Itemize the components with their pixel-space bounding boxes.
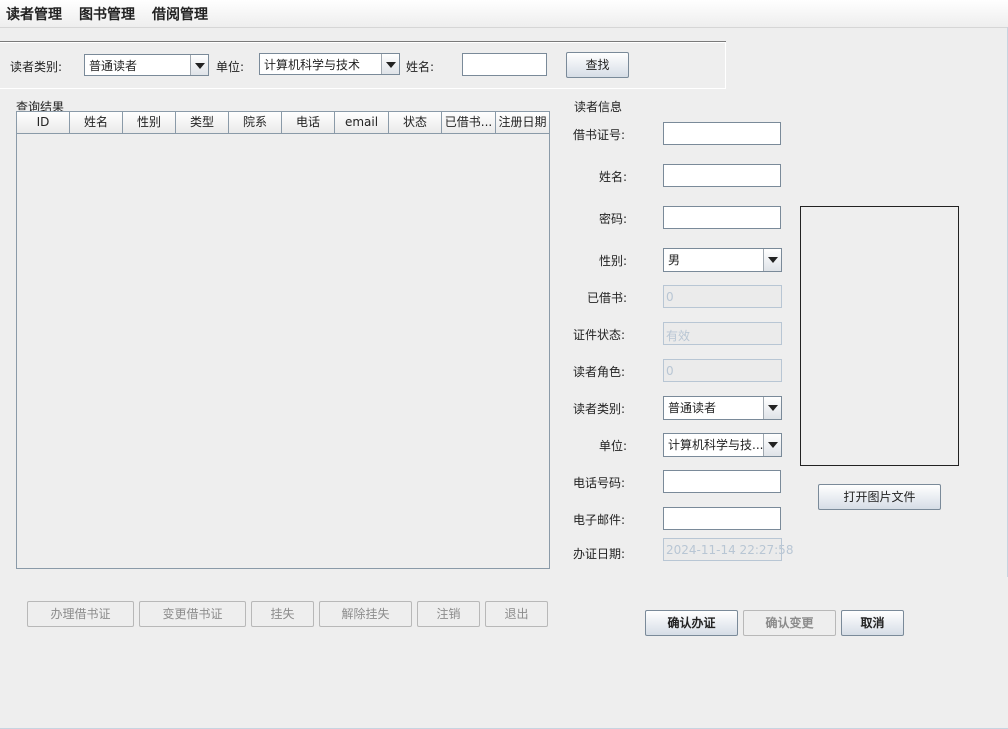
chevron-down-icon[interactable] bbox=[381, 54, 399, 74]
chevron-down-icon[interactable] bbox=[190, 55, 208, 75]
card-no-input[interactable] bbox=[663, 122, 781, 145]
reader-category-label: 读者类别: bbox=[10, 60, 63, 74]
deregister-button[interactable]: 注销 bbox=[417, 601, 480, 627]
email-label: 电子邮件: bbox=[573, 513, 626, 527]
reader-role-value: 0 bbox=[666, 364, 674, 378]
card-no-label: 借书证号: bbox=[573, 128, 626, 142]
password-input[interactable] bbox=[663, 206, 781, 229]
menu-reader-management[interactable]: 读者管理 bbox=[6, 4, 62, 24]
search-panel-border-highlight bbox=[0, 42, 726, 43]
card-status-value: 有效 bbox=[666, 329, 691, 343]
search-panel-border-bottom bbox=[0, 88, 726, 89]
borrowed-field: 0 bbox=[663, 285, 782, 308]
reader-category-form-value: 普通读者 bbox=[668, 401, 717, 415]
reader-role-field: 0 bbox=[663, 359, 782, 382]
reader-role-label: 读者角色: bbox=[573, 365, 626, 379]
chevron-down-icon[interactable] bbox=[763, 434, 781, 456]
table-header: ID 姓名 性别 类型 院系 电话 email 状态 已借书... 注册日期 bbox=[17, 112, 549, 134]
password-label: 密码: bbox=[599, 212, 628, 226]
phone-input[interactable] bbox=[663, 470, 781, 493]
column-header-register-date[interactable]: 注册日期 bbox=[496, 112, 549, 133]
exit-button[interactable]: 退出 bbox=[485, 601, 548, 627]
reader-category-value: 普通读者 bbox=[89, 59, 138, 73]
chevron-down-icon[interactable] bbox=[763, 397, 781, 419]
card-status-field: 有效 bbox=[663, 322, 782, 345]
search-panel-border-right bbox=[725, 42, 726, 89]
card-status-label: 证件状态: bbox=[573, 328, 626, 342]
search-button[interactable]: 查找 bbox=[566, 52, 629, 78]
column-header-email[interactable]: email bbox=[335, 112, 389, 133]
reader-category-form-label: 读者类别: bbox=[573, 402, 626, 416]
reader-name-label: 姓名: bbox=[599, 170, 628, 184]
change-card-button[interactable]: 变更借书证 bbox=[139, 601, 246, 627]
unit-form-select[interactable]: 计算机科学与技... bbox=[663, 433, 782, 457]
email-input[interactable] bbox=[663, 507, 781, 530]
column-header-phone[interactable]: 电话 bbox=[282, 112, 335, 133]
unit-value: 计算机科学与技术 bbox=[264, 58, 361, 72]
phone-label: 电话号码: bbox=[573, 476, 626, 490]
photo-placeholder bbox=[800, 206, 959, 466]
unit-select[interactable]: 计算机科学与技术 bbox=[259, 53, 400, 75]
borrowed-value: 0 bbox=[666, 290, 674, 304]
report-loss-button[interactable]: 挂失 bbox=[251, 601, 314, 627]
menu-borrow-management[interactable]: 借阅管理 bbox=[152, 4, 208, 24]
cancel-loss-button[interactable]: 解除挂失 bbox=[319, 601, 412, 627]
unit-label: 单位: bbox=[216, 60, 245, 74]
column-header-department[interactable]: 院系 bbox=[229, 112, 282, 133]
column-header-status[interactable]: 状态 bbox=[389, 112, 442, 133]
column-header-gender[interactable]: 性别 bbox=[123, 112, 176, 133]
cancel-button[interactable]: 取消 bbox=[841, 610, 904, 636]
open-image-button[interactable]: 打开图片文件 bbox=[818, 484, 941, 510]
issue-date-field: 2024-11-14 22:27:58 bbox=[663, 538, 793, 561]
reader-category-form-select[interactable]: 普通读者 bbox=[663, 396, 782, 420]
confirm-issue-button[interactable]: 确认办证 bbox=[645, 610, 738, 636]
issue-date-value: 2024-11-14 22:27:58 bbox=[666, 543, 794, 557]
menu-bar: 读者管理 图书管理 借阅管理 bbox=[0, 0, 1008, 28]
confirm-change-button[interactable]: 确认变更 bbox=[743, 610, 836, 636]
reader-category-select[interactable]: 普通读者 bbox=[84, 54, 209, 76]
unit-form-value: 计算机科学与技... bbox=[668, 438, 764, 452]
gender-value: 男 bbox=[668, 253, 681, 267]
reader-info-title: 读者信息 bbox=[574, 100, 623, 114]
results-table[interactable]: ID 姓名 性别 类型 院系 电话 email 状态 已借书... 注册日期 bbox=[16, 111, 550, 569]
column-header-type[interactable]: 类型 bbox=[176, 112, 229, 133]
column-header-id[interactable]: ID bbox=[17, 112, 70, 133]
column-header-name[interactable]: 姓名 bbox=[70, 112, 123, 133]
name-search-input[interactable] bbox=[462, 53, 547, 76]
issue-card-button[interactable]: 办理借书证 bbox=[27, 601, 134, 627]
menu-book-management[interactable]: 图书管理 bbox=[79, 4, 135, 24]
column-header-borrowed[interactable]: 已借书... bbox=[442, 112, 496, 133]
name-label: 姓名: bbox=[406, 60, 435, 74]
issue-date-label: 办证日期: bbox=[573, 547, 626, 561]
borrowed-label: 已借书: bbox=[587, 291, 628, 305]
reader-name-input[interactable] bbox=[663, 164, 781, 187]
gender-label: 性别: bbox=[599, 254, 628, 268]
gender-select[interactable]: 男 bbox=[663, 248, 782, 272]
chevron-down-icon[interactable] bbox=[763, 249, 781, 271]
unit-form-label: 单位: bbox=[599, 439, 628, 453]
